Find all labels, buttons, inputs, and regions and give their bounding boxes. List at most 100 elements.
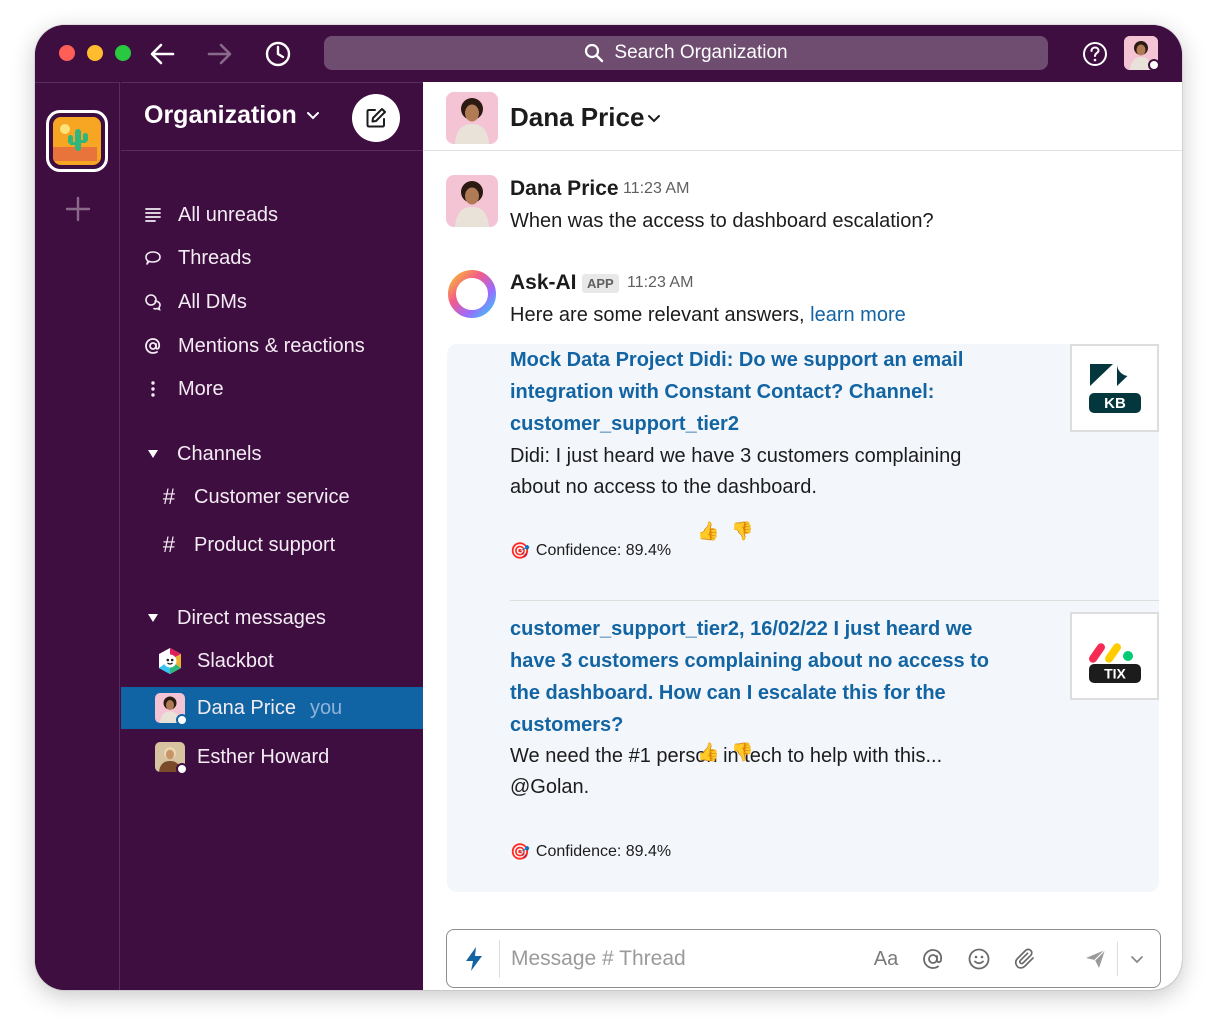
clock-icon[interactable]: [263, 39, 293, 69]
tix-source-logo[interactable]: TIX: [1070, 612, 1159, 700]
message-text: Here are some relevant answers, learn mo…: [510, 304, 906, 327]
channel-customer-service[interactable]: # Customer service: [121, 477, 423, 517]
nav-all-dms[interactable]: All DMs: [121, 282, 423, 322]
you-label: you: [309, 696, 343, 719]
workspace-rail: [35, 82, 120, 990]
message-text-content: Here are some relevant answers,: [510, 304, 811, 326]
answer-body: We need the #1 person in tech to help wi…: [510, 745, 943, 798]
send-separator: [1117, 942, 1118, 976]
plus-icon[interactable]: [64, 195, 92, 223]
thumbs-up-button[interactable]: 👍: [697, 521, 719, 542]
slackbot-icon: [159, 648, 181, 674]
hash-icon: #: [162, 532, 176, 557]
confidence-row: 🎯 Confidence: 89.4%: [510, 541, 671, 561]
list-icon: [145, 208, 161, 222]
thumbs-down-button[interactable]: 👎: [731, 521, 753, 542]
paperclip-icon: [1014, 948, 1034, 969]
target-icon: 🎯: [510, 543, 530, 560]
channels-section-header[interactable]: Channels: [121, 434, 423, 474]
smiley-icon: [968, 948, 990, 970]
send-button[interactable]: [1081, 944, 1111, 974]
arrow-left-icon[interactable]: [147, 39, 177, 69]
attach-button[interactable]: [1010, 944, 1040, 974]
dm-label: Dana Price: [197, 696, 296, 719]
dm-dana-price[interactable]: Dana Price you: [121, 687, 423, 729]
dms-label: Direct messages: [177, 606, 326, 629]
kb-logo-label: KB: [1104, 395, 1126, 412]
target-icon: 🎯: [510, 844, 530, 861]
caret-down-icon: [148, 614, 158, 622]
nav-label: Mentions & reactions: [178, 334, 365, 357]
maximize-window-button[interactable]: [115, 45, 131, 61]
message-composer: Aa: [446, 929, 1161, 988]
search-bar[interactable]: Search Organization: [324, 36, 1048, 70]
format-text-button[interactable]: Aa: [871, 944, 901, 974]
thumbs-up-button[interactable]: 👍: [697, 742, 719, 763]
minimize-window-button[interactable]: [87, 45, 103, 61]
close-window-button[interactable]: [59, 45, 75, 61]
nav-threads[interactable]: Threads: [121, 238, 423, 278]
zendesk-kb-icon: KB: [1088, 364, 1141, 413]
monday-tix-icon: TIX: [1088, 643, 1141, 683]
dms-section-header[interactable]: Direct messages: [121, 598, 423, 638]
send-icon: [1086, 949, 1106, 968]
message-input[interactable]: [511, 943, 871, 975]
search-icon: [585, 43, 604, 63]
mention-button[interactable]: [918, 944, 948, 974]
tix-logo-label: TIX: [1104, 666, 1126, 682]
nav-more[interactable]: More: [121, 369, 423, 409]
org-name[interactable]: Organization: [144, 101, 297, 130]
search-placeholder: Search Organization: [614, 42, 788, 63]
conversation-header: Dana Price: [423, 82, 1182, 151]
chevron-down-icon[interactable]: [306, 111, 320, 121]
arrow-right-icon[interactable]: [205, 39, 235, 69]
status-indicator: [176, 714, 188, 726]
person-avatar-icon: [446, 92, 498, 144]
confidence-label: Confidence: 89.4%: [535, 843, 672, 860]
message-time[interactable]: 11:23 AM: [623, 180, 689, 198]
thumbs-down-button[interactable]: 👎: [731, 742, 753, 763]
message-sender[interactable]: Dana Price: [510, 177, 619, 201]
conversation-panel: Dana Price Dana Price 11:23 AM When was …: [423, 82, 1182, 990]
answers-card: Mock Data Project Didi: Do we support an…: [447, 344, 1159, 892]
cactus-icon: [53, 117, 97, 161]
conversation-title[interactable]: Dana Price: [510, 102, 644, 133]
question-circle-icon[interactable]: [1082, 41, 1108, 67]
dm-slackbot[interactable]: Slackbot: [121, 640, 423, 682]
message-time[interactable]: 11:23 AM: [627, 274, 693, 292]
send-options-button[interactable]: [1122, 944, 1152, 974]
org-header[interactable]: Organization: [121, 83, 423, 151]
status-indicator: [176, 763, 188, 775]
slackbot-avatar: [155, 646, 185, 676]
status-indicator: [1148, 59, 1160, 71]
nav-mentions[interactable]: Mentions & reactions: [121, 326, 423, 366]
hash-icon: #: [162, 484, 176, 509]
kb-source-logo[interactable]: KB: [1070, 344, 1159, 432]
dm-esther-howard[interactable]: Esther Howard: [121, 736, 423, 778]
chevron-down-icon[interactable]: [647, 114, 661, 124]
answer-title-link[interactable]: Mock Data Project Didi: Do we support an…: [510, 344, 1010, 440]
answer-body: Didi: I just heard we have 3 customers c…: [510, 445, 962, 498]
emoji-button[interactable]: [964, 944, 994, 974]
answer-title-link[interactable]: customer_support_tier2, 16/02/22 I just …: [510, 613, 1010, 741]
compose-button[interactable]: [352, 94, 400, 142]
confidence-row: 🎯 Confidence: 89.4%: [510, 842, 671, 862]
message-avatar[interactable]: [446, 175, 498, 227]
channel-product-support[interactable]: # Product support: [121, 525, 423, 565]
speech-bubble-icon: [145, 251, 161, 265]
chevron-down-icon: [1131, 956, 1143, 964]
nav-all-unreads[interactable]: All unreads: [121, 195, 423, 235]
at-sign-icon: [923, 949, 943, 969]
nav-label: All DMs: [178, 290, 247, 313]
channels-label: Channels: [177, 442, 262, 465]
header-avatar[interactable]: [446, 92, 498, 144]
learn-more-link[interactable]: learn more: [810, 304, 906, 326]
ask-ai-avatar[interactable]: [446, 268, 498, 320]
composer-separator: [499, 940, 500, 978]
message-sender[interactable]: Ask-AI: [510, 271, 577, 295]
workspace-icon[interactable]: [46, 110, 108, 172]
dm-label: Slackbot: [197, 649, 274, 672]
lightning-bolt-icon[interactable]: [463, 945, 485, 973]
vertical-dots-icon: [151, 381, 155, 397]
caret-down-icon: [148, 450, 158, 458]
